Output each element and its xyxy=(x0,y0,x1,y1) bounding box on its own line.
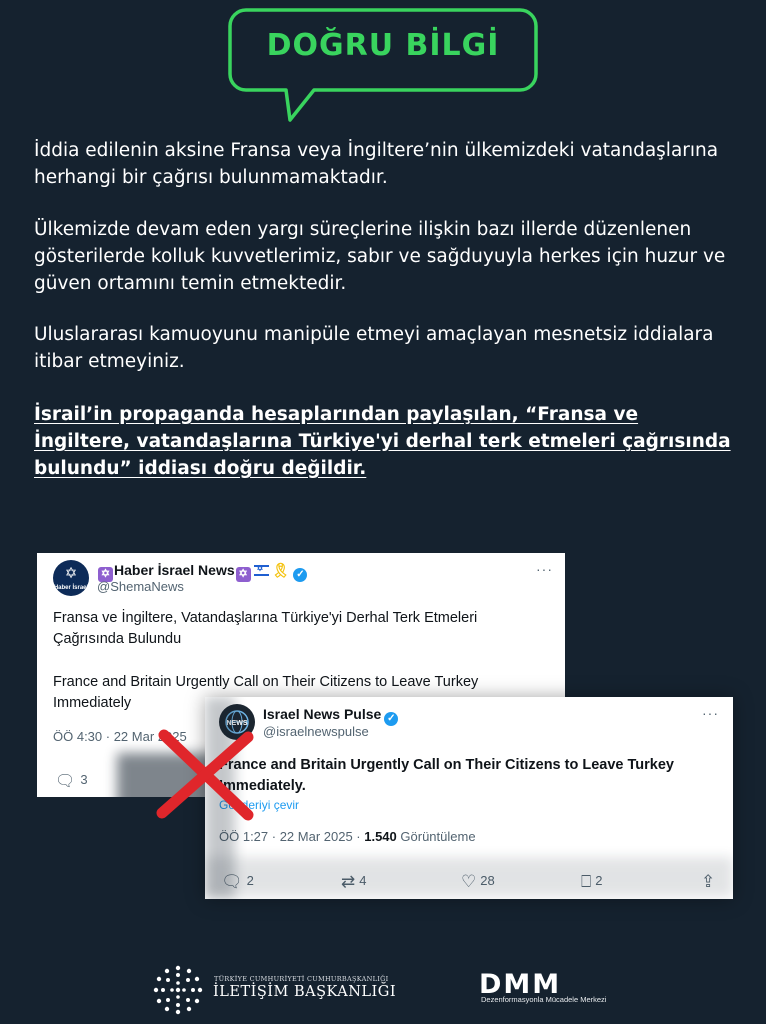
dmm-subtitle: Dezenformasyonla Mücadele Merkezi xyxy=(481,995,607,1004)
view-label: Görüntüleme xyxy=(396,829,476,844)
red-cross-icon xyxy=(156,729,254,821)
verified-icon: ✓ xyxy=(293,568,308,582)
iletisim-logo-icon xyxy=(153,965,203,1015)
reply-count: 3 xyxy=(80,772,88,787)
author-name: Israel News Pulse xyxy=(263,706,382,722)
paragraph-security: Ülkemizde devam eden yargı süreçlerine i… xyxy=(34,219,726,294)
org-name: İLETİŞİM BAŞKANLIĞI xyxy=(213,984,397,1000)
verified-icon: ✓ xyxy=(384,712,399,726)
author-handle[interactable]: @israelnewspulse xyxy=(263,724,369,739)
avatar: ✡ Haber İsrael xyxy=(53,560,89,596)
author-name: Haber İsrael News xyxy=(114,562,235,578)
more-options-icon[interactable]: ··· xyxy=(536,561,553,577)
tweet-timestamp: ÖÖ 1:27 · 22 Mar 2025 · xyxy=(219,829,365,844)
paragraph-conclusion: İsrail’in propaganda hesaplarından payla… xyxy=(34,404,731,479)
author-handle[interactable]: @ShemaNews xyxy=(97,579,184,594)
more-options-icon[interactable]: ··· xyxy=(702,705,719,721)
tweet-text-turkish: Fransa ve İngiltere, Vatandaşlarına Türk… xyxy=(53,610,478,647)
speech-bubble-icon xyxy=(228,8,538,122)
badge: DOĞRU BİLGİ xyxy=(228,8,538,126)
reply-icon: 🗨 xyxy=(55,773,76,790)
org-subtitle: TÜRKİYE CUMHURİYETİ CUMHURBAŞKANLIĞI xyxy=(214,975,389,983)
tweet-meta[interactable]: ÖÖ 1:27 · 22 Mar 2025 · 1.540 Görüntülem… xyxy=(219,829,476,844)
badge-title: DOĞRU BİLGİ xyxy=(266,28,500,63)
blur-overlay xyxy=(205,857,733,897)
paragraph-warning: Uluslararası kamuoyunu manipüle etmeyi a… xyxy=(34,324,714,372)
tweet-author[interactable]: Israel News Pulse ✓ xyxy=(263,706,399,726)
star-of-david-icon: ✡ xyxy=(235,567,251,582)
ribbon-icon: 🎗 xyxy=(271,562,290,578)
paragraph-claim-denial: İddia edilenin aksine Fransa veya İngilt… xyxy=(34,140,719,188)
avatar-label: Haber İsrael xyxy=(53,585,89,591)
israel-flag-icon xyxy=(253,564,269,576)
star-of-david-icon: ✡ xyxy=(64,565,78,582)
view-count: 1.540 xyxy=(364,829,397,844)
tweet-text: France and Britain Urgently Call on Thei… xyxy=(219,757,674,794)
reply-button[interactable]: 🗨 3 xyxy=(55,771,88,791)
tweet-card-israel-news-pulse: NEWS Israel News Pulse ✓ @israelnewspulse… xyxy=(205,697,733,899)
